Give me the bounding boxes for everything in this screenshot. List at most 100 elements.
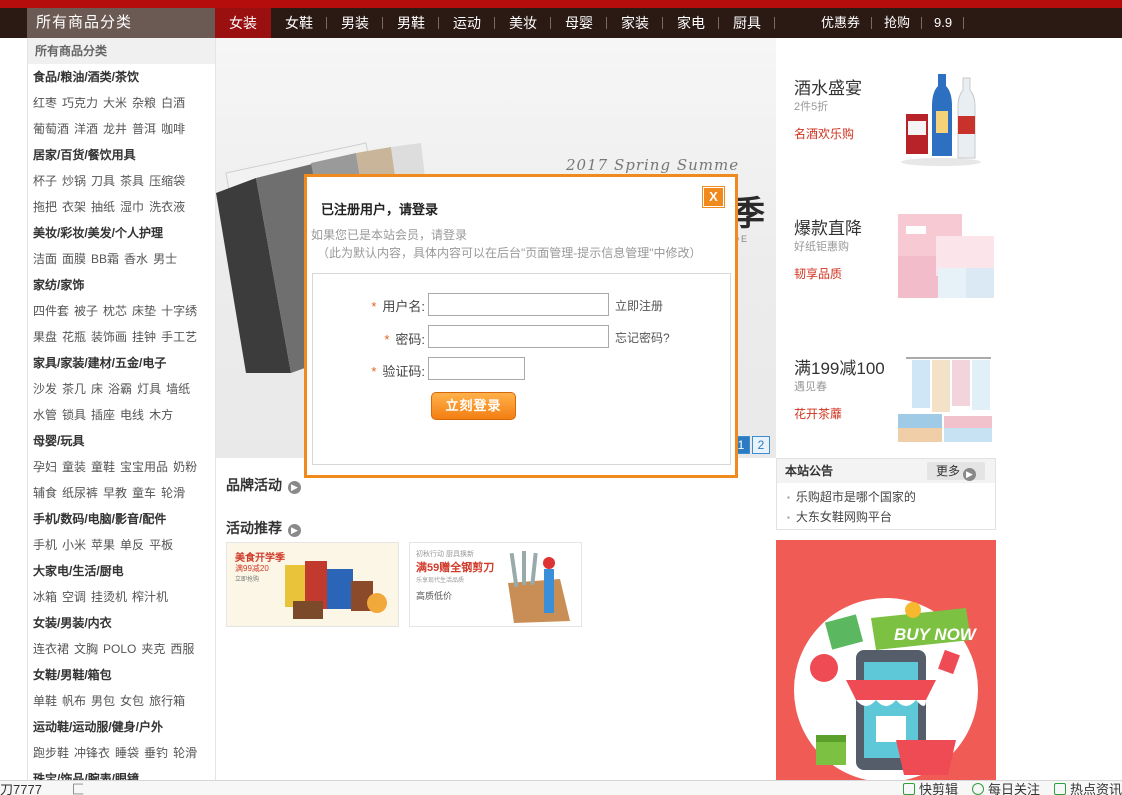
category-link[interactable]: 单反: [120, 538, 144, 552]
register-link[interactable]: 立即注册: [615, 297, 663, 314]
category-link[interactable]: 单鞋: [33, 694, 57, 708]
promo-wine[interactable]: 酒水盛宴 2件5折 名酒欢乐购: [776, 56, 996, 186]
category-link[interactable]: 帆布: [62, 694, 86, 708]
category-link[interactable]: 拖把: [33, 200, 57, 214]
category-link[interactable]: 香水: [124, 252, 148, 266]
category-link[interactable]: 浴霸: [108, 382, 132, 396]
category-link[interactable]: 垂钓: [144, 746, 168, 760]
activity-card-kitchen[interactable]: 初秋行动 厨具换新 满59赠全钢剪刀 乐享现代生活品质 高质低价: [409, 542, 582, 627]
nav-item-jiazhuang[interactable]: 家装: [607, 8, 663, 38]
category-link[interactable]: 木方: [149, 408, 173, 422]
category-link[interactable]: 面膜: [62, 252, 86, 266]
category-link[interactable]: 轮滑: [161, 486, 185, 500]
category-link[interactable]: 洗衣液: [149, 200, 185, 214]
nav-item-nvzhuang[interactable]: 女装: [215, 8, 271, 38]
category-link[interactable]: 轮滑: [173, 746, 197, 760]
category-link[interactable]: 洋酒: [74, 122, 98, 136]
category-link[interactable]: 洁面: [33, 252, 57, 266]
category-link[interactable]: 普洱: [132, 122, 156, 136]
category-link[interactable]: 果盘: [33, 330, 57, 344]
category-link[interactable]: 湿巾: [120, 200, 144, 214]
category-link[interactable]: 花瓶: [62, 330, 86, 344]
promo-link[interactable]: 名酒欢乐购: [794, 125, 854, 142]
category-group-title[interactable]: 食品/粮油/酒类/茶饮: [33, 64, 215, 90]
category-link[interactable]: 男士: [153, 252, 177, 266]
close-icon[interactable]: X: [702, 186, 725, 208]
category-link[interactable]: 睡袋: [115, 746, 139, 760]
category-group-title[interactable]: 母婴/玩具: [33, 428, 215, 454]
nav-item-9-9[interactable]: 9.9: [922, 8, 965, 38]
category-link[interactable]: 小米: [62, 538, 86, 552]
nav-item-yundong[interactable]: 运动: [439, 8, 495, 38]
category-link[interactable]: 辅食: [33, 486, 57, 500]
category-link[interactable]: 孕妇: [33, 460, 57, 474]
category-link[interactable]: 冰箱: [33, 590, 57, 604]
category-link[interactable]: 纸尿裤: [62, 486, 98, 500]
password-field[interactable]: [428, 325, 609, 348]
category-link[interactable]: 空调: [62, 590, 86, 604]
hero-page-2[interactable]: 2: [752, 436, 770, 454]
nav-item-nvxie[interactable]: 女鞋: [271, 8, 327, 38]
category-link[interactable]: 手机: [33, 538, 57, 552]
category-link[interactable]: 四件套: [33, 304, 69, 318]
activity-card-food[interactable]: 美食开学季 满99减20 立即抢购: [226, 542, 399, 627]
category-link[interactable]: 男包: [91, 694, 115, 708]
category-link[interactable]: 红枣: [33, 96, 57, 110]
category-link[interactable]: 杯子: [33, 174, 57, 188]
category-link[interactable]: 床垫: [132, 304, 156, 318]
username-field[interactable]: [428, 293, 609, 316]
category-link[interactable]: 锁具: [62, 408, 86, 422]
category-link[interactable]: 旅行箱: [149, 694, 185, 708]
category-link[interactable]: 榨汁机: [132, 590, 168, 604]
category-group-title[interactable]: 大家电/生活/厨电: [33, 558, 215, 584]
login-button[interactable]: 立刻登录: [431, 392, 516, 420]
nav-item-flash-sale[interactable]: 抢购: [872, 8, 923, 38]
category-link[interactable]: 咖啡: [161, 122, 185, 136]
category-link[interactable]: 抽纸: [91, 200, 115, 214]
announcement-item[interactable]: 乐购超市是哪个国家的: [777, 487, 995, 507]
category-link[interactable]: 刀具: [91, 174, 115, 188]
category-link[interactable]: POLO: [103, 642, 136, 656]
category-group-title[interactable]: 居家/百货/餐饮用具: [33, 142, 215, 168]
nav-item-nanxie[interactable]: 男鞋: [383, 8, 439, 38]
nav-item-chuju[interactable]: 厨具: [719, 8, 775, 38]
buy-now-banner[interactable]: BUY NOW: [776, 540, 996, 785]
category-link[interactable]: 插座: [91, 408, 115, 422]
category-link[interactable]: 冲锋衣: [74, 746, 110, 760]
category-link[interactable]: 西服: [170, 642, 194, 656]
nav-item-jiadian[interactable]: 家电: [663, 8, 719, 38]
category-link[interactable]: 茶具: [120, 174, 144, 188]
nav-item-meizhuang[interactable]: 美妆: [495, 8, 551, 38]
category-link[interactable]: 平板: [149, 538, 173, 552]
announcement-item[interactable]: 大东女鞋网购平台: [777, 507, 995, 527]
category-link[interactable]: 跑步鞋: [33, 746, 69, 760]
category-link[interactable]: 衣架: [62, 200, 86, 214]
nav-all-categories[interactable]: 所有商品分类: [27, 8, 215, 38]
forgot-password-link[interactable]: 忘记密码?: [615, 329, 670, 346]
captcha-field[interactable]: [428, 357, 525, 380]
category-link[interactable]: 早教: [103, 486, 127, 500]
category-link[interactable]: 床: [91, 382, 103, 396]
category-group-title[interactable]: 女鞋/男鞋/箱包: [33, 662, 215, 688]
category-link[interactable]: 压缩袋: [149, 174, 185, 188]
promo-towels[interactable]: 满199减100 遇见春 花开茶蘼: [776, 336, 996, 466]
nav-item-nanzhuang[interactable]: 男装: [327, 8, 383, 38]
promo-link[interactable]: 花开茶蘼: [794, 405, 842, 422]
nav-item-coupon[interactable]: 优惠券: [809, 8, 873, 38]
brand-activities-heading[interactable]: 品牌活动 ▶: [226, 475, 301, 495]
category-link[interactable]: 苹果: [91, 538, 115, 552]
category-link[interactable]: 电线: [120, 408, 144, 422]
category-link[interactable]: 枕芯: [103, 304, 127, 318]
category-link[interactable]: 童车: [132, 486, 156, 500]
category-group-title[interactable]: 家具/家装/建材/五金/电子: [33, 350, 215, 376]
more-button[interactable]: 更多 ▶: [927, 462, 985, 481]
category-link[interactable]: 文胸: [74, 642, 98, 656]
category-link[interactable]: 水管: [33, 408, 57, 422]
category-link[interactable]: 手工艺: [161, 330, 197, 344]
category-link[interactable]: 挂钟: [132, 330, 156, 344]
promo-link[interactable]: 韧享品质: [794, 265, 842, 282]
category-link[interactable]: 十字绣: [161, 304, 197, 318]
category-link[interactable]: 连衣裙: [33, 642, 69, 656]
category-link[interactable]: 大米: [103, 96, 127, 110]
category-link[interactable]: 被子: [74, 304, 98, 318]
